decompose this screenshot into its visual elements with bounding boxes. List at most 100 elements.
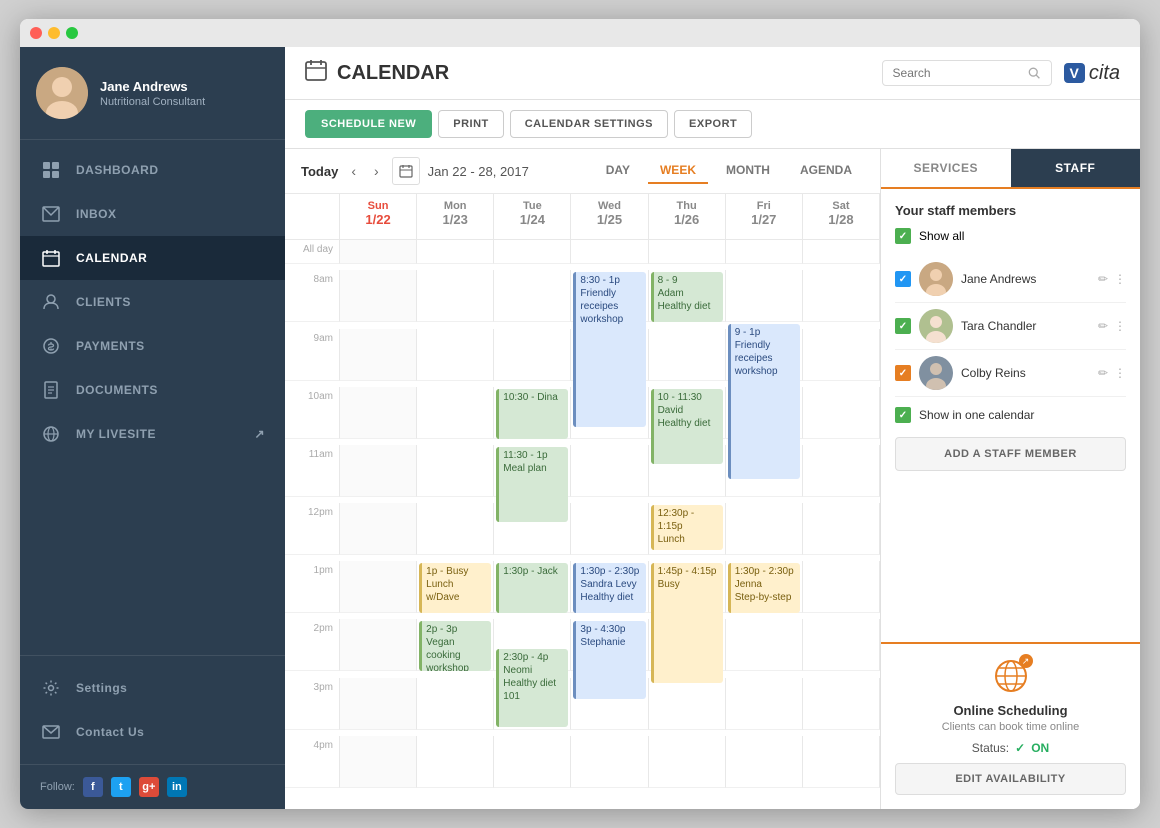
cell-wed-2pm[interactable]: 3p - 4:30pStephanie (571, 619, 648, 671)
allday-wed[interactable] (571, 240, 648, 264)
cell-mon-11am[interactable] (417, 445, 494, 497)
colby-checkbox[interactable]: ✓ (895, 365, 911, 381)
tab-day[interactable]: DAY (594, 158, 642, 184)
cell-sat-12pm[interactable] (803, 503, 880, 555)
today-button[interactable]: Today (301, 164, 338, 179)
cell-tue-8am[interactable] (494, 270, 571, 322)
next-button[interactable]: › (369, 161, 384, 181)
cell-sun-9am[interactable] (340, 329, 417, 381)
event-jenna[interactable]: 1:30p - 2:30pJennaStep-by-step (728, 563, 800, 613)
cell-thu-1pm[interactable]: 1:45p - 4:15pBusy (649, 561, 726, 613)
show-all-checkbox[interactable]: ✓ (895, 228, 911, 244)
event-david[interactable]: 10 - 11:30DavidHealthy diet (651, 389, 723, 464)
cell-wed-8am[interactable]: 8:30 - 1pFriendly receipes workshop (571, 270, 648, 322)
cell-sat-3pm[interactable] (803, 678, 880, 730)
calendar-settings-button[interactable]: CALENDAR SETTINGS (510, 110, 668, 138)
cell-mon-4pm[interactable] (417, 736, 494, 788)
cell-wed-11am[interactable] (571, 445, 648, 497)
cell-mon-10am[interactable] (417, 387, 494, 439)
event-meal-plan[interactable]: 11:30 - 1pMeal plan (496, 447, 568, 522)
colby-edit-icon[interactable]: ✏ (1098, 366, 1108, 380)
export-button[interactable]: EXPORT (674, 110, 752, 138)
date-picker-button[interactable] (392, 157, 420, 185)
sidebar-item-settings[interactable]: Settings (20, 666, 285, 710)
cell-sat-9am[interactable] (803, 329, 880, 381)
tab-agenda[interactable]: AGENDA (788, 158, 864, 184)
cell-sun-8am[interactable] (340, 270, 417, 322)
cell-tue-9am[interactable] (494, 329, 571, 381)
tara-checkbox[interactable]: ✓ (895, 318, 911, 334)
event-jack[interactable]: 1:30p - Jack (496, 563, 568, 613)
cell-wed-1pm[interactable]: 1:30p - 2:30pSandra LevyHealthy diet (571, 561, 648, 613)
search-input[interactable] (893, 66, 1023, 80)
prev-button[interactable]: ‹ (346, 161, 361, 181)
cell-tue-11am[interactable]: 11:30 - 1pMeal plan (494, 445, 571, 497)
cell-sat-8am[interactable] (803, 270, 880, 322)
twitter-icon[interactable]: t (111, 777, 131, 797)
event-friendly-receipes-fri[interactable]: 9 - 1pFriendly receipes workshop (728, 324, 800, 479)
linkedin-icon[interactable]: in (167, 777, 187, 797)
google-plus-icon[interactable]: g+ (139, 777, 159, 797)
cell-tue-2pm[interactable]: 2:30p - 4pNeomiHealthy diet 101 (494, 619, 571, 671)
show-in-one-checkbox[interactable]: ✓ (895, 407, 911, 423)
event-sandra[interactable]: 1:30p - 2:30pSandra LevyHealthy diet (573, 563, 645, 613)
cell-sat-11am[interactable] (803, 445, 880, 497)
cell-tue-4pm[interactable] (494, 736, 571, 788)
cell-sun-10am[interactable] (340, 387, 417, 439)
close-dot[interactable] (30, 27, 42, 39)
sidebar-item-contact[interactable]: Contact Us (20, 710, 285, 754)
event-friendly-receipes-wed[interactable]: 8:30 - 1pFriendly receipes workshop (573, 272, 645, 427)
cell-sat-1pm[interactable] (803, 561, 880, 613)
cell-sun-11am[interactable] (340, 445, 417, 497)
sidebar-item-clients[interactable]: CLIENTS (20, 280, 285, 324)
event-adam[interactable]: 8 - 9AdamHealthy diet (651, 272, 723, 322)
edit-availability-button[interactable]: EDIT AVAILABILITY (895, 763, 1126, 795)
cell-mon-9am[interactable] (417, 329, 494, 381)
print-button[interactable]: PRINT (438, 110, 504, 138)
cell-fri-1pm[interactable]: 1:30p - 2:30pJennaStep-by-step (726, 561, 803, 613)
add-staff-button[interactable]: ADD A STAFF MEMBER (895, 437, 1126, 471)
tab-services[interactable]: SERVICES (881, 149, 1011, 187)
event-dina[interactable]: 10:30 - Dina (496, 389, 568, 439)
cell-sun-4pm[interactable] (340, 736, 417, 788)
cell-mon-8am[interactable] (417, 270, 494, 322)
cell-sat-2pm[interactable] (803, 619, 880, 671)
sidebar-item-dashboard[interactable]: DASHBOARD (20, 148, 285, 192)
cell-tue-10am[interactable]: 10:30 - Dina (494, 387, 571, 439)
event-vegan[interactable]: 2p - 3pVegan cooking workshop (419, 621, 491, 671)
maximize-dot[interactable] (66, 27, 78, 39)
event-neomi[interactable]: 2:30p - 4pNeomiHealthy diet 101 (496, 649, 568, 727)
cell-thu-10am[interactable]: 10 - 11:30DavidHealthy diet (649, 387, 726, 439)
cell-mon-2pm[interactable]: 2p - 3pVegan cooking workshop (417, 619, 494, 671)
jane-more-icon[interactable]: ⋮ (1114, 272, 1126, 286)
allday-thu[interactable] (649, 240, 726, 264)
cell-mon-1pm[interactable]: 1p - BusyLunch w/Dave (417, 561, 494, 613)
show-all-row[interactable]: ✓ Show all (895, 228, 1126, 244)
tara-more-icon[interactable]: ⋮ (1114, 319, 1126, 333)
cell-fri-8am[interactable]: 9 - 1pFriendly receipes workshop (726, 270, 803, 322)
sidebar-item-documents[interactable]: DOCUMENTS (20, 368, 285, 412)
event-busy-thu[interactable]: 1:45p - 4:15pBusy (651, 563, 723, 683)
event-stephanie[interactable]: 3p - 4:30pStephanie (573, 621, 645, 699)
cell-fri-2pm[interactable] (726, 619, 803, 671)
jane-edit-icon[interactable]: ✏ (1098, 272, 1108, 286)
event-busy-lunch[interactable]: 1p - BusyLunch w/Dave (419, 563, 491, 613)
cell-thu-9am[interactable] (649, 329, 726, 381)
sidebar-item-my-livesite[interactable]: MY LIVESITE ↗ (20, 412, 285, 456)
minimize-dot[interactable] (48, 27, 60, 39)
allday-mon[interactable] (417, 240, 494, 264)
cell-sun-1pm[interactable] (340, 561, 417, 613)
cell-fri-4pm[interactable] (726, 736, 803, 788)
tab-week[interactable]: WEEK (648, 158, 708, 184)
cell-thu-3pm[interactable] (649, 678, 726, 730)
colby-more-icon[interactable]: ⋮ (1114, 366, 1126, 380)
cell-fri-3pm[interactable] (726, 678, 803, 730)
sidebar-item-payments[interactable]: PAYMENTS (20, 324, 285, 368)
allday-tue[interactable] (494, 240, 571, 264)
search-box[interactable] (882, 60, 1052, 86)
schedule-new-button[interactable]: SCHEDULE NEW (305, 110, 432, 138)
cell-sun-3pm[interactable] (340, 678, 417, 730)
jane-checkbox[interactable]: ✓ (895, 271, 911, 287)
cell-sat-4pm[interactable] (803, 736, 880, 788)
cell-thu-8am[interactable]: 8 - 9AdamHealthy diet (649, 270, 726, 322)
